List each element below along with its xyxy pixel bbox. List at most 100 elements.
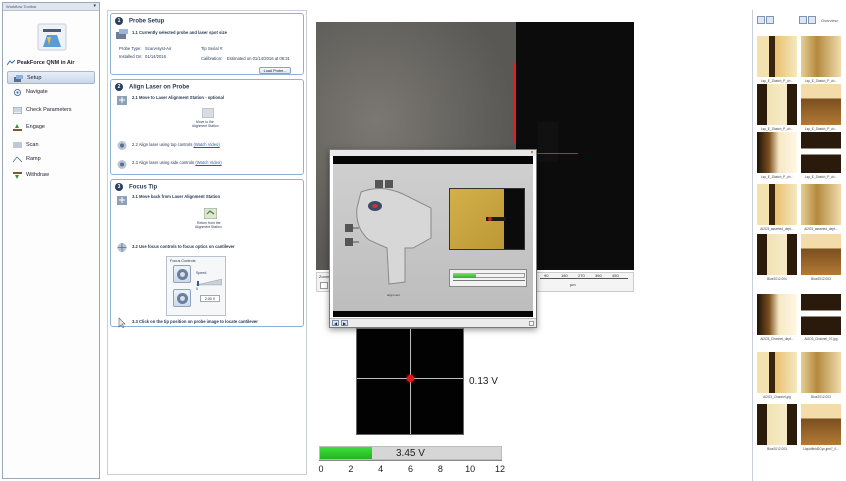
- gallery-thumbnail[interactable]: [801, 404, 841, 445]
- step-2-2: 2.2 Align laser using top controls (Watc…: [132, 142, 220, 147]
- check-parameters-icon: [13, 107, 22, 114]
- image-gallery: Overview Lsp_E_Zbatch_P_ch... Lsp_E_Zbatc…: [752, 10, 846, 481]
- probe-setup-heading: 1 Probe Setup: [115, 17, 164, 26]
- focus-down-icon: [177, 293, 188, 304]
- watch-video-link-side[interactable]: (Watch Video): [195, 160, 221, 165]
- button-line: Alignment Station: [195, 225, 222, 229]
- probe-setup-section: 1 Probe Setup 1.1 Currently selected prob…: [110, 13, 304, 75]
- installed-value: 01/14/2016: [145, 54, 166, 59]
- gallery-refresh-button[interactable]: [766, 16, 774, 24]
- calibration-label: Calibration:: [201, 56, 223, 61]
- step-sub: 3.2 Use focus controls to focus optics o…: [132, 244, 235, 249]
- sidebar-item-ramp[interactable]: Ramp: [7, 153, 95, 166]
- gallery-thumbnail[interactable]: [801, 294, 841, 335]
- gallery-toolbar: Overview: [755, 16, 846, 26]
- scan-icon: [13, 142, 22, 148]
- step-number: 3: [115, 183, 123, 191]
- workflow-name[interactable]: PeakForce QNM in Air: [7, 58, 97, 68]
- gallery-thumbnail[interactable]: [801, 132, 841, 173]
- sidebar-item-label: Setup: [27, 75, 42, 81]
- move-to-station-button[interactable]: Move to the Alignment Station: [192, 108, 223, 130]
- meter-fill: [453, 273, 477, 278]
- step-title: Focus Tip: [129, 184, 158, 191]
- gallery-thumbnail[interactable]: [757, 132, 797, 173]
- laser-spot-marker: [407, 375, 414, 382]
- gallery-thumbnail[interactable]: [757, 294, 797, 335]
- workflow-toolbar-title: Workflow Toolbar: [3, 3, 99, 11]
- scale-ruler: 90 180 270 360 450 μm: [540, 273, 628, 288]
- zoom-label: Zoom: [319, 274, 330, 279]
- sidebar-item-scan[interactable]: Scan: [7, 139, 95, 152]
- sidebar-item-engage[interactable]: Engage: [7, 121, 95, 134]
- focus-icon: [117, 243, 127, 252]
- gallery-thumbnail-caption: Lsp_E_Zbatch_P_ch...: [804, 127, 838, 131]
- sidebar-item-navigate[interactable]: Navigate: [7, 86, 95, 99]
- speed-value-field[interactable]: 2.00 X: [200, 295, 220, 302]
- sidebar-item-check-parameters[interactable]: Check Parameters: [7, 104, 95, 117]
- gallery-thumbnail[interactable]: [757, 234, 797, 275]
- sum-bar-fill: [320, 447, 373, 459]
- gallery-thumbnail[interactable]: [757, 404, 797, 445]
- sidebar-item-label: Ramp: [26, 156, 41, 162]
- load-probe-button[interactable]: Load Probe...: [259, 67, 291, 74]
- step-text: 2.3 Align laser using side controls: [132, 160, 196, 165]
- gallery-thumbnail[interactable]: [757, 84, 797, 125]
- ruler-line: [540, 278, 628, 279]
- sidebar-item-withdraw[interactable]: Withdraw: [7, 169, 95, 182]
- focus-tip-section: 3 Focus Tip 3.1 Move back from Laser Alig…: [110, 179, 304, 328]
- sum-tick-label: 2: [348, 464, 354, 474]
- watch-video-window[interactable]: × alignment ◀ ▶: [329, 149, 537, 328]
- probe-type-label: Probe Type:: [119, 46, 142, 51]
- gallery-thumbnail-caption: Al2O3_Channel.jpg: [763, 395, 791, 399]
- step-title: Probe Setup: [129, 18, 165, 25]
- focus-controls-panel: Focus Controls Speed 0 2.00 X: [166, 256, 226, 316]
- rewind-button[interactable]: ◀: [332, 320, 339, 326]
- focus-tip-heading: 3 Focus Tip: [115, 183, 157, 192]
- video-letterbox-bottom: [333, 311, 533, 317]
- focus-up-button[interactable]: [173, 265, 191, 283]
- gallery-thumbnail-caption: Al2O3_Channel_07.jpg: [804, 337, 838, 341]
- gallery-thumbnail[interactable]: [801, 234, 841, 275]
- watch-video-link-top[interactable]: (Watch Video): [193, 142, 219, 147]
- video-controls: ◀ ▶: [330, 318, 536, 327]
- zoom-button[interactable]: [320, 282, 328, 289]
- ruler-tick: 360: [595, 273, 602, 278]
- sidebar-item-label: Navigate: [26, 89, 48, 95]
- pointer-icon: [118, 317, 126, 328]
- gallery-view-button[interactable]: [757, 16, 765, 24]
- sum-tick-label: 6: [407, 464, 414, 474]
- play-button[interactable]: ▶: [341, 320, 348, 326]
- step-number: 1: [115, 17, 123, 25]
- sum-tick-label: 8: [437, 464, 443, 474]
- video-signal-meter: [449, 269, 527, 287]
- ruler-unit: μm: [570, 282, 576, 287]
- gallery-thumbnail[interactable]: [757, 352, 797, 393]
- gallery-thumbnail[interactable]: [801, 352, 841, 393]
- collapse-icon[interactable]: ▾: [93, 3, 96, 9]
- video-caption: alignment: [387, 293, 401, 297]
- return-from-station-button[interactable]: Return from the Alignment Station: [195, 208, 227, 232]
- resize-grip-icon[interactable]: [529, 321, 534, 326]
- gallery-thumbnail[interactable]: [757, 184, 797, 225]
- video-tip-shadow: [504, 189, 524, 249]
- workflow-logo-icon: [37, 23, 67, 51]
- speed-slider[interactable]: [196, 278, 222, 286]
- gallery-add-button[interactable]: [808, 16, 816, 24]
- sum-signal-bar: 3.45 V: [319, 446, 502, 460]
- gallery-thumbnail[interactable]: [757, 36, 797, 77]
- probe-setup-wizard: 1 Probe Setup 1.1 Currently selected prob…: [107, 10, 307, 475]
- probe-type-value: ScanAsyst-Air: [145, 46, 172, 51]
- gallery-thumbnail[interactable]: [801, 184, 841, 225]
- sidebar-item-setup[interactable]: Setup: [7, 71, 95, 84]
- focus-down-button[interactable]: [173, 289, 191, 307]
- afm-head-illustration: [345, 180, 432, 285]
- step-number: 2: [115, 83, 123, 91]
- move-station-icon: [117, 96, 127, 105]
- gallery-thumbnail-caption: Lsp_E_Zbatch_P_ch...: [804, 175, 838, 179]
- sum-tick-label: 0: [318, 464, 324, 474]
- gallery-thumbnail[interactable]: [801, 36, 841, 77]
- gallery-grid-button[interactable]: [799, 16, 807, 24]
- alignment-station-icon: [202, 108, 214, 118]
- gallery-thumbnail-caption: Liquidfield2Cyc.jpm7_0...: [803, 447, 839, 451]
- gallery-thumbnail[interactable]: [801, 84, 841, 125]
